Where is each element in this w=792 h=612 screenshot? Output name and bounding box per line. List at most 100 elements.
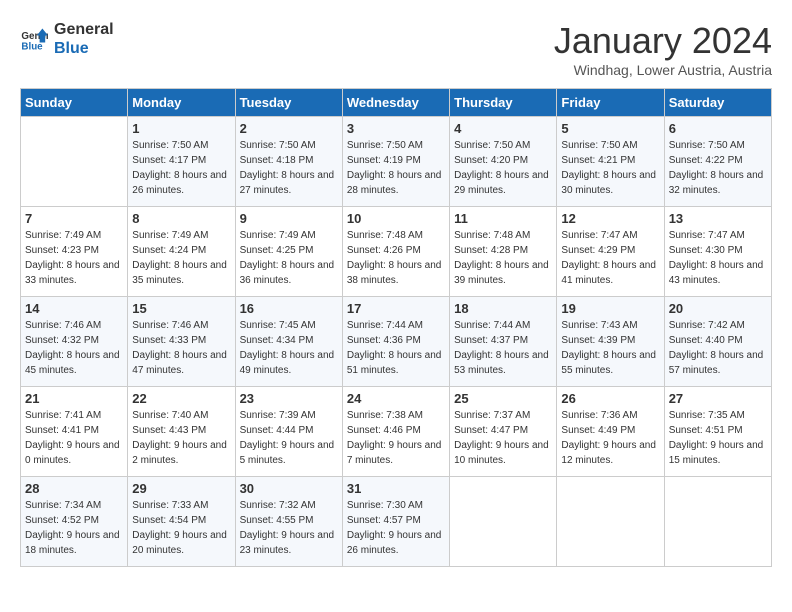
day-number: 27 (669, 391, 767, 406)
day-info: Sunrise: 7:43 AM Sunset: 4:39 PM Dayligh… (561, 318, 659, 378)
day-info: Sunrise: 7:45 AM Sunset: 4:34 PM Dayligh… (240, 318, 338, 378)
sunset-text: Sunset: 4:54 PM (132, 515, 206, 526)
sunset-text: Sunset: 4:47 PM (454, 425, 528, 436)
day-info: Sunrise: 7:35 AM Sunset: 4:51 PM Dayligh… (669, 408, 767, 468)
sunset-text: Sunset: 4:32 PM (25, 335, 99, 346)
day-info: Sunrise: 7:50 AM Sunset: 4:19 PM Dayligh… (347, 138, 445, 198)
day-info: Sunrise: 7:33 AM Sunset: 4:54 PM Dayligh… (132, 498, 230, 558)
calendar-week-row: 21 Sunrise: 7:41 AM Sunset: 4:41 PM Dayl… (21, 387, 772, 477)
daylight-text: Daylight: 8 hours and 39 minutes. (454, 260, 549, 286)
calendar-cell: 20 Sunrise: 7:42 AM Sunset: 4:40 PM Dayl… (664, 297, 771, 387)
day-number: 6 (669, 121, 767, 136)
day-info: Sunrise: 7:36 AM Sunset: 4:49 PM Dayligh… (561, 408, 659, 468)
calendar-cell: 31 Sunrise: 7:30 AM Sunset: 4:57 PM Dayl… (342, 477, 449, 567)
daylight-text: Daylight: 8 hours and 30 minutes. (561, 170, 656, 196)
day-number: 14 (25, 301, 123, 316)
calendar-cell: 29 Sunrise: 7:33 AM Sunset: 4:54 PM Dayl… (128, 477, 235, 567)
calendar-week-row: 28 Sunrise: 7:34 AM Sunset: 4:52 PM Dayl… (21, 477, 772, 567)
daylight-text: Daylight: 9 hours and 18 minutes. (25, 530, 120, 556)
calendar-cell: 12 Sunrise: 7:47 AM Sunset: 4:29 PM Dayl… (557, 207, 664, 297)
daylight-text: Daylight: 9 hours and 7 minutes. (347, 440, 442, 466)
calendar-cell: 30 Sunrise: 7:32 AM Sunset: 4:55 PM Dayl… (235, 477, 342, 567)
sunrise-text: Sunrise: 7:35 AM (669, 410, 745, 421)
sunset-text: Sunset: 4:41 PM (25, 425, 99, 436)
sunset-text: Sunset: 4:23 PM (25, 245, 99, 256)
calendar-cell: 4 Sunrise: 7:50 AM Sunset: 4:20 PM Dayli… (450, 117, 557, 207)
calendar-cell: 26 Sunrise: 7:36 AM Sunset: 4:49 PM Dayl… (557, 387, 664, 477)
day-info: Sunrise: 7:41 AM Sunset: 4:41 PM Dayligh… (25, 408, 123, 468)
sunrise-text: Sunrise: 7:42 AM (669, 320, 745, 331)
daylight-text: Daylight: 8 hours and 51 minutes. (347, 350, 442, 376)
calendar-cell: 22 Sunrise: 7:40 AM Sunset: 4:43 PM Dayl… (128, 387, 235, 477)
day-number: 11 (454, 211, 552, 226)
sunset-text: Sunset: 4:21 PM (561, 155, 635, 166)
day-number: 19 (561, 301, 659, 316)
sunset-text: Sunset: 4:29 PM (561, 245, 635, 256)
sunset-text: Sunset: 4:36 PM (347, 335, 421, 346)
calendar-header-row: SundayMondayTuesdayWednesdayThursdayFrid… (21, 89, 772, 117)
sunrise-text: Sunrise: 7:48 AM (347, 230, 423, 241)
sunset-text: Sunset: 4:49 PM (561, 425, 635, 436)
day-info: Sunrise: 7:50 AM Sunset: 4:18 PM Dayligh… (240, 138, 338, 198)
logo-text-blue: Blue (54, 39, 114, 58)
daylight-text: Daylight: 9 hours and 26 minutes. (347, 530, 442, 556)
day-info: Sunrise: 7:49 AM Sunset: 4:25 PM Dayligh… (240, 228, 338, 288)
sunset-text: Sunset: 4:34 PM (240, 335, 314, 346)
day-info: Sunrise: 7:38 AM Sunset: 4:46 PM Dayligh… (347, 408, 445, 468)
calendar-cell: 27 Sunrise: 7:35 AM Sunset: 4:51 PM Dayl… (664, 387, 771, 477)
daylight-text: Daylight: 8 hours and 35 minutes. (132, 260, 227, 286)
daylight-text: Daylight: 8 hours and 26 minutes. (132, 170, 227, 196)
sunset-text: Sunset: 4:43 PM (132, 425, 206, 436)
day-info: Sunrise: 7:50 AM Sunset: 4:22 PM Dayligh… (669, 138, 767, 198)
daylight-text: Daylight: 9 hours and 12 minutes. (561, 440, 656, 466)
sunrise-text: Sunrise: 7:44 AM (454, 320, 530, 331)
calendar-cell: 5 Sunrise: 7:50 AM Sunset: 4:21 PM Dayli… (557, 117, 664, 207)
sunrise-text: Sunrise: 7:49 AM (132, 230, 208, 241)
daylight-text: Daylight: 8 hours and 36 minutes. (240, 260, 335, 286)
day-info: Sunrise: 7:34 AM Sunset: 4:52 PM Dayligh… (25, 498, 123, 558)
daylight-text: Daylight: 9 hours and 0 minutes. (25, 440, 120, 466)
sunrise-text: Sunrise: 7:45 AM (240, 320, 316, 331)
day-number: 22 (132, 391, 230, 406)
day-info: Sunrise: 7:50 AM Sunset: 4:20 PM Dayligh… (454, 138, 552, 198)
day-number: 17 (347, 301, 445, 316)
sunset-text: Sunset: 4:22 PM (669, 155, 743, 166)
sunset-text: Sunset: 4:24 PM (132, 245, 206, 256)
day-number: 21 (25, 391, 123, 406)
calendar-cell: 25 Sunrise: 7:37 AM Sunset: 4:47 PM Dayl… (450, 387, 557, 477)
day-number: 23 (240, 391, 338, 406)
sunset-text: Sunset: 4:55 PM (240, 515, 314, 526)
day-number: 13 (669, 211, 767, 226)
logo-text-general: General (54, 20, 114, 39)
sunrise-text: Sunrise: 7:32 AM (240, 500, 316, 511)
sunrise-text: Sunrise: 7:50 AM (240, 140, 316, 151)
daylight-text: Daylight: 8 hours and 53 minutes. (454, 350, 549, 376)
day-info: Sunrise: 7:44 AM Sunset: 4:37 PM Dayligh… (454, 318, 552, 378)
weekday-header: Friday (557, 89, 664, 117)
day-number: 24 (347, 391, 445, 406)
day-info: Sunrise: 7:39 AM Sunset: 4:44 PM Dayligh… (240, 408, 338, 468)
svg-text:Blue: Blue (21, 42, 43, 53)
calendar-cell: 9 Sunrise: 7:49 AM Sunset: 4:25 PM Dayli… (235, 207, 342, 297)
daylight-text: Daylight: 9 hours and 5 minutes. (240, 440, 335, 466)
day-info: Sunrise: 7:46 AM Sunset: 4:32 PM Dayligh… (25, 318, 123, 378)
calendar-cell: 16 Sunrise: 7:45 AM Sunset: 4:34 PM Dayl… (235, 297, 342, 387)
sunrise-text: Sunrise: 7:39 AM (240, 410, 316, 421)
day-info: Sunrise: 7:50 AM Sunset: 4:17 PM Dayligh… (132, 138, 230, 198)
sunset-text: Sunset: 4:17 PM (132, 155, 206, 166)
sunrise-text: Sunrise: 7:41 AM (25, 410, 101, 421)
calendar-cell (21, 117, 128, 207)
sunset-text: Sunset: 4:20 PM (454, 155, 528, 166)
sunrise-text: Sunrise: 7:50 AM (132, 140, 208, 151)
sunset-text: Sunset: 4:52 PM (25, 515, 99, 526)
sunrise-text: Sunrise: 7:50 AM (347, 140, 423, 151)
day-info: Sunrise: 7:32 AM Sunset: 4:55 PM Dayligh… (240, 498, 338, 558)
weekday-header: Wednesday (342, 89, 449, 117)
sunset-text: Sunset: 4:37 PM (454, 335, 528, 346)
weekday-header: Sunday (21, 89, 128, 117)
daylight-text: Daylight: 8 hours and 49 minutes. (240, 350, 335, 376)
day-info: Sunrise: 7:48 AM Sunset: 4:28 PM Dayligh… (454, 228, 552, 288)
sunrise-text: Sunrise: 7:40 AM (132, 410, 208, 421)
daylight-text: Daylight: 8 hours and 43 minutes. (669, 260, 764, 286)
calendar-title: January 2024 (554, 20, 772, 62)
